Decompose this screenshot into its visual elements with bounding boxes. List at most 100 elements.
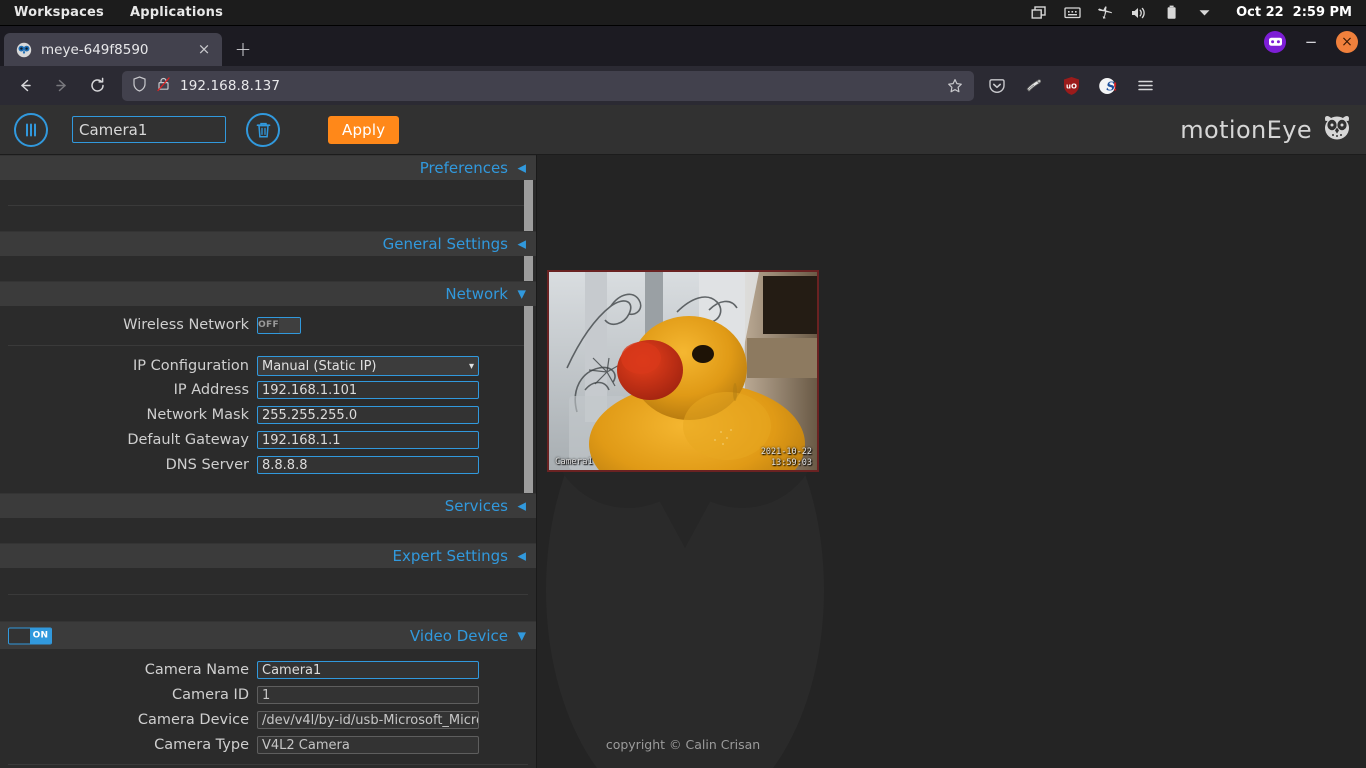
pocket-icon[interactable] bbox=[984, 73, 1010, 99]
windows-icon[interactable] bbox=[1030, 5, 1048, 21]
menu-bars-icon[interactable] bbox=[14, 113, 48, 147]
ip-configuration-label: IP Configuration bbox=[0, 358, 257, 374]
section-expert-settings[interactable]: Expert Settings ◀ bbox=[0, 543, 536, 568]
camera-type-input: V4L2 Camera bbox=[257, 736, 479, 754]
browser-tab[interactable]: meye-649f8590 × bbox=[4, 33, 222, 66]
logo-text: motionEye bbox=[1180, 116, 1312, 144]
airplane-mode-icon[interactable] bbox=[1096, 5, 1114, 21]
settings-panel: Preferences ◀ General Settings ◀ Network… bbox=[0, 155, 537, 768]
camera-type-row: Camera Type V4L2 Camera bbox=[0, 734, 536, 756]
owl-logo-icon bbox=[1322, 114, 1352, 146]
wireless-network-toggle[interactable]: OFF bbox=[257, 317, 301, 334]
section-general-settings[interactable]: General Settings ◀ bbox=[0, 231, 536, 256]
chevron-left-icon: ◀ bbox=[518, 163, 526, 174]
shield-icon[interactable] bbox=[132, 76, 147, 96]
lock-crossed-icon[interactable] bbox=[156, 76, 171, 96]
tab-close-icon[interactable]: × bbox=[194, 40, 214, 60]
tab-title: meye-649f8590 bbox=[41, 42, 185, 58]
workspaces-menu[interactable]: Workspaces bbox=[14, 5, 104, 20]
extensions-toolbar: uO S! bbox=[984, 73, 1162, 99]
wireless-network-row: Wireless Network OFF bbox=[0, 314, 536, 336]
section-spacer bbox=[0, 256, 536, 281]
apply-button[interactable]: Apply bbox=[328, 116, 399, 144]
system-time: 2:59 PM bbox=[1293, 5, 1352, 20]
camera-id-label: Camera ID bbox=[0, 687, 257, 703]
extension-icon[interactable] bbox=[1021, 73, 1047, 99]
network-mask-input[interactable]: 255.255.255.0 bbox=[257, 406, 479, 424]
camera-name-input[interactable]: Camera1 bbox=[257, 661, 479, 679]
section-preferences-label: Preferences bbox=[420, 159, 508, 177]
keyboard-icon[interactable] bbox=[1063, 5, 1081, 21]
toggle-state-label: ON bbox=[30, 628, 51, 643]
section-expert-settings-label: Expert Settings bbox=[393, 547, 508, 565]
camera-select[interactable]: Camera1 bbox=[72, 116, 226, 143]
camera-preview-image bbox=[549, 272, 817, 470]
panel-scrollbar[interactable] bbox=[524, 158, 533, 498]
forward-arrow-icon[interactable] bbox=[44, 70, 78, 102]
chevron-down-icon[interactable] bbox=[1195, 5, 1213, 21]
section-video-device[interactable]: ON Video Device ▼ bbox=[0, 621, 536, 649]
navigation-toolbar: 192.168.8.137 uO S! bbox=[0, 66, 1366, 105]
minimize-button[interactable]: − bbox=[1300, 31, 1322, 53]
hamburger-menu-icon[interactable] bbox=[1132, 73, 1158, 99]
url-bar[interactable]: 192.168.8.137 bbox=[122, 71, 974, 101]
section-spacer bbox=[0, 595, 536, 621]
chevron-down-icon: ▾ bbox=[469, 361, 474, 372]
camera-device-label: Camera Device bbox=[0, 712, 257, 728]
section-services[interactable]: Services ◀ bbox=[0, 493, 536, 518]
container-mask-icon[interactable] bbox=[1264, 31, 1286, 53]
section-general-settings-label: General Settings bbox=[383, 235, 508, 253]
close-window-button[interactable]: × bbox=[1336, 31, 1358, 53]
section-spacer bbox=[0, 568, 536, 594]
default-gateway-row: Default Gateway 192.168.1.1 bbox=[0, 429, 536, 451]
browser-window: meye-649f8590 × + − × bbox=[0, 26, 1366, 768]
divider bbox=[8, 764, 528, 765]
reload-icon[interactable] bbox=[80, 70, 114, 102]
back-arrow-icon[interactable] bbox=[8, 70, 42, 102]
new-tab-button[interactable]: + bbox=[228, 34, 258, 64]
camera-preview[interactable]: Camera1 2021-10-22 13:59:03 bbox=[547, 270, 819, 472]
camera-timestamp-time: 13:59:03 bbox=[761, 458, 812, 468]
camera-name-label: Camera Name bbox=[0, 662, 257, 678]
ublock-origin-icon[interactable]: uO bbox=[1058, 73, 1084, 99]
star-icon[interactable] bbox=[944, 75, 966, 97]
camera-type-label: Camera Type bbox=[0, 737, 257, 753]
ip-configuration-select[interactable]: Manual (Static IP) ▾ bbox=[257, 356, 479, 376]
dns-server-input[interactable]: 8.8.8.8 bbox=[257, 456, 479, 474]
default-gateway-input[interactable]: 192.168.1.1 bbox=[257, 431, 479, 449]
ip-configuration-value: Manual (Static IP) bbox=[262, 359, 377, 374]
s-extension-icon[interactable]: S! bbox=[1095, 73, 1121, 99]
tab-strip: meye-649f8590 × + − × bbox=[0, 26, 1366, 66]
system-clock[interactable]: Oct 22 2:59 PM bbox=[1236, 5, 1352, 20]
section-preferences[interactable]: Preferences ◀ bbox=[0, 155, 536, 180]
volume-icon[interactable] bbox=[1129, 5, 1147, 21]
applications-menu[interactable]: Applications bbox=[130, 5, 223, 20]
section-services-label: Services bbox=[445, 497, 508, 515]
dns-server-label: DNS Server bbox=[0, 457, 257, 473]
section-spacer bbox=[0, 206, 536, 231]
toggle-state-label: OFF bbox=[258, 318, 279, 333]
motioneye-logo: motionEye bbox=[1180, 114, 1352, 146]
section-spacer bbox=[0, 180, 536, 205]
camera-device-input: /dev/v4l/by-id/usb-Microsoft_Microso bbox=[257, 711, 479, 729]
section-network[interactable]: Network ▼ bbox=[0, 281, 536, 306]
camera-timestamp-date: 2021-10-22 bbox=[761, 447, 812, 457]
chevron-left-icon: ◀ bbox=[518, 551, 526, 562]
url-text[interactable]: 192.168.8.137 bbox=[180, 78, 935, 94]
wireless-network-label: Wireless Network bbox=[0, 317, 257, 333]
system-top-bar: Workspaces Applications Oct 22 2:59 PM bbox=[0, 0, 1366, 26]
ip-address-label: IP Address bbox=[0, 382, 257, 398]
trash-icon[interactable] bbox=[246, 113, 280, 147]
toggle-knob bbox=[9, 628, 30, 643]
network-mask-label: Network Mask bbox=[0, 407, 257, 423]
battery-icon[interactable] bbox=[1162, 5, 1180, 21]
video-device-toggle[interactable]: ON bbox=[8, 627, 52, 644]
ip-address-row: IP Address 192.168.1.101 bbox=[0, 379, 536, 401]
camera-timestamp: 2021-10-22 13:59:03 bbox=[761, 447, 812, 468]
window-controls: − × bbox=[1264, 31, 1358, 53]
camera-id-input: 1 bbox=[257, 686, 479, 704]
ip-address-input[interactable]: 192.168.1.101 bbox=[257, 381, 479, 399]
copyright-text: copyright © Calin Crisan bbox=[546, 737, 820, 752]
camera-id-row: Camera ID 1 bbox=[0, 684, 536, 706]
default-gateway-label: Default Gateway bbox=[0, 432, 257, 448]
